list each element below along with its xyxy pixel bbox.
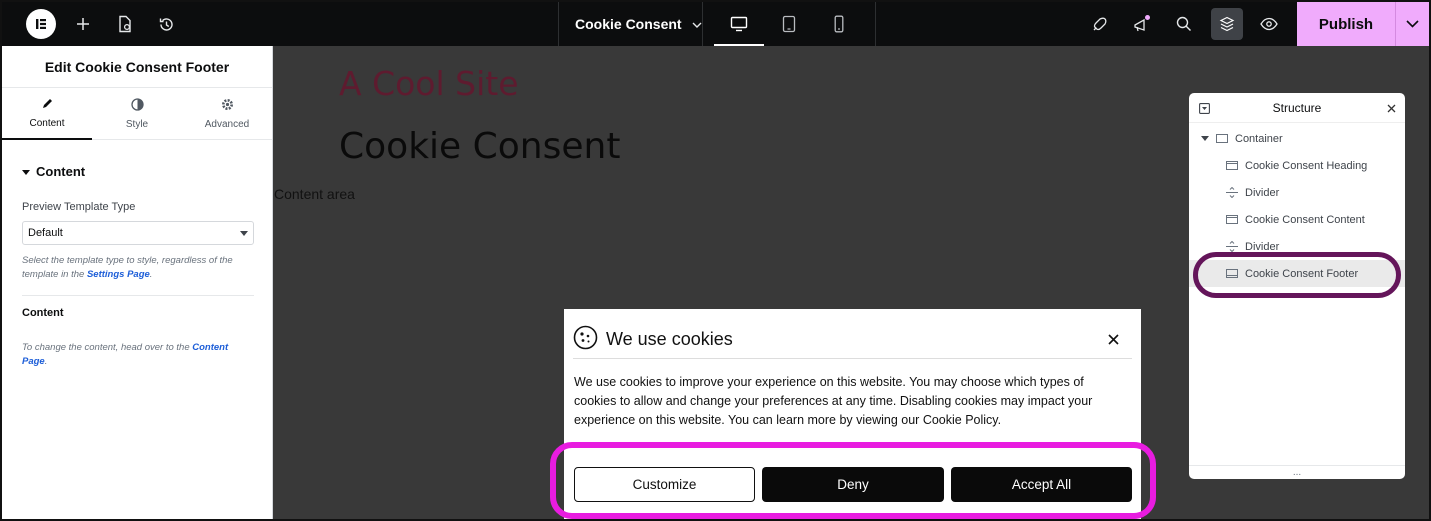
publish-options-button[interactable] bbox=[1395, 2, 1429, 46]
content-area[interactable]: Content area bbox=[274, 186, 355, 202]
help-text-suffix: . bbox=[149, 269, 153, 280]
structure-panel: Structure Container Cookie Consent Headi… bbox=[1189, 93, 1405, 479]
widget-icon bbox=[1225, 269, 1239, 279]
structure-header: Structure bbox=[1189, 93, 1405, 123]
nav-item-label: Cookie Consent Content bbox=[1245, 213, 1365, 226]
nav-item-label: Divider bbox=[1245, 240, 1280, 253]
caret-down-icon bbox=[240, 227, 248, 239]
mobile-icon[interactable] bbox=[821, 2, 857, 46]
structure-icon[interactable] bbox=[1211, 8, 1243, 40]
more-dots: ... bbox=[1292, 467, 1302, 478]
preview-template-select[interactable]: Default bbox=[22, 221, 254, 245]
template-help-text: Select the template type to style, regar… bbox=[22, 254, 254, 282]
chevron-down-icon bbox=[692, 16, 702, 32]
close-icon[interactable] bbox=[1387, 101, 1396, 116]
panel-tabs: Content Style Advanced bbox=[2, 88, 272, 140]
tab-label: Style bbox=[125, 118, 149, 130]
caret-down-icon bbox=[22, 164, 30, 179]
collapse-toggle-icon[interactable] bbox=[1199, 103, 1210, 117]
cookie-title: We use cookies bbox=[606, 329, 733, 349]
content-heading: Content bbox=[22, 307, 64, 319]
widget-icon bbox=[1225, 161, 1239, 171]
page-switcher[interactable]: Cookie Consent bbox=[558, 2, 703, 46]
structure-resize-handle[interactable]: ... bbox=[1189, 465, 1405, 479]
close-icon[interactable] bbox=[1104, 330, 1122, 348]
customize-button[interactable]: Customize bbox=[574, 467, 755, 502]
search-icon[interactable] bbox=[1169, 2, 1199, 46]
cookie-consent-content: We use cookies to improve your experienc… bbox=[574, 375, 1093, 427]
nav-item-container[interactable]: Container bbox=[1189, 125, 1405, 152]
structure-title: Structure bbox=[1272, 100, 1322, 115]
nav-item-divider[interactable]: Divider bbox=[1189, 179, 1405, 206]
nav-item-footer[interactable]: Cookie Consent Footer bbox=[1189, 260, 1405, 287]
help-text: To change the content, head over to the bbox=[22, 342, 193, 353]
preview-template-label: Preview Template Type bbox=[22, 201, 136, 213]
nav-item-divider[interactable]: Divider bbox=[1189, 233, 1405, 260]
top-bar: Cookie Consent Publish bbox=[2, 2, 1429, 46]
tab-content[interactable]: Content bbox=[2, 88, 92, 140]
elementor-logo-icon[interactable] bbox=[26, 9, 56, 39]
pencil-icon bbox=[41, 98, 53, 113]
cookie-consent-dialog: We use cookies We use cookies to improve… bbox=[564, 309, 1141, 519]
content-help-text: To change the content, head over to the … bbox=[22, 341, 254, 369]
preview-eye-icon[interactable] bbox=[1254, 2, 1284, 46]
nav-item-heading[interactable]: Cookie Consent Heading bbox=[1189, 152, 1405, 179]
caret-down-icon bbox=[1201, 133, 1209, 145]
panel-divider bbox=[22, 295, 254, 296]
add-icon[interactable] bbox=[68, 2, 98, 46]
tab-label: Content bbox=[29, 118, 65, 129]
notifications-icon[interactable] bbox=[1127, 2, 1157, 46]
cookie-consent-heading: We use cookies bbox=[573, 321, 1132, 359]
nav-item-label: Container bbox=[1235, 132, 1283, 145]
divider-icon bbox=[1225, 187, 1239, 198]
page-heading[interactable]: Cookie Consent bbox=[339, 126, 620, 167]
chevron-down-icon bbox=[1406, 15, 1419, 33]
rocket-icon[interactable] bbox=[1084, 2, 1114, 46]
gear-icon bbox=[221, 98, 234, 114]
tablet-icon[interactable] bbox=[771, 2, 807, 46]
site-title[interactable]: A Cool Site bbox=[339, 64, 519, 103]
panel-title: Edit Cookie Consent Footer bbox=[2, 46, 272, 88]
content-section-toggle[interactable]: Content bbox=[22, 164, 254, 179]
history-icon[interactable] bbox=[151, 2, 181, 46]
page-name: Cookie Consent bbox=[575, 16, 682, 32]
section-title: Content bbox=[36, 164, 86, 179]
accept-all-button[interactable]: Accept All bbox=[951, 467, 1132, 502]
help-text-suffix: . bbox=[44, 356, 48, 367]
select-value: Default bbox=[28, 227, 63, 239]
nav-item-label: Cookie Consent Footer bbox=[1245, 267, 1359, 280]
editor-panel: Edit Cookie Consent Footer Content Style… bbox=[2, 46, 273, 519]
tab-advanced[interactable]: Advanced bbox=[182, 88, 272, 139]
settings-page-link[interactable]: Settings Page bbox=[87, 269, 150, 280]
publish-button[interactable]: Publish bbox=[1297, 2, 1395, 46]
tab-label: Advanced bbox=[204, 118, 250, 130]
editor-window: Cookie Consent Publish Edit Cookie Conse… bbox=[0, 0, 1431, 521]
page-settings-icon[interactable] bbox=[110, 2, 140, 46]
container-icon bbox=[1215, 134, 1229, 144]
divider-icon bbox=[1225, 241, 1239, 252]
nav-item-label: Cookie Consent Heading bbox=[1245, 159, 1368, 172]
cookie-icon bbox=[573, 325, 598, 355]
widget-icon bbox=[1225, 215, 1239, 225]
nav-item-label: Divider bbox=[1245, 186, 1280, 199]
desktop-icon[interactable] bbox=[721, 2, 757, 46]
nav-item-content[interactable]: Cookie Consent Content bbox=[1189, 206, 1405, 233]
tab-style[interactable]: Style bbox=[92, 88, 182, 139]
half-circle-icon bbox=[130, 97, 144, 114]
device-switcher bbox=[703, 2, 876, 46]
deny-button[interactable]: Deny bbox=[762, 467, 944, 502]
